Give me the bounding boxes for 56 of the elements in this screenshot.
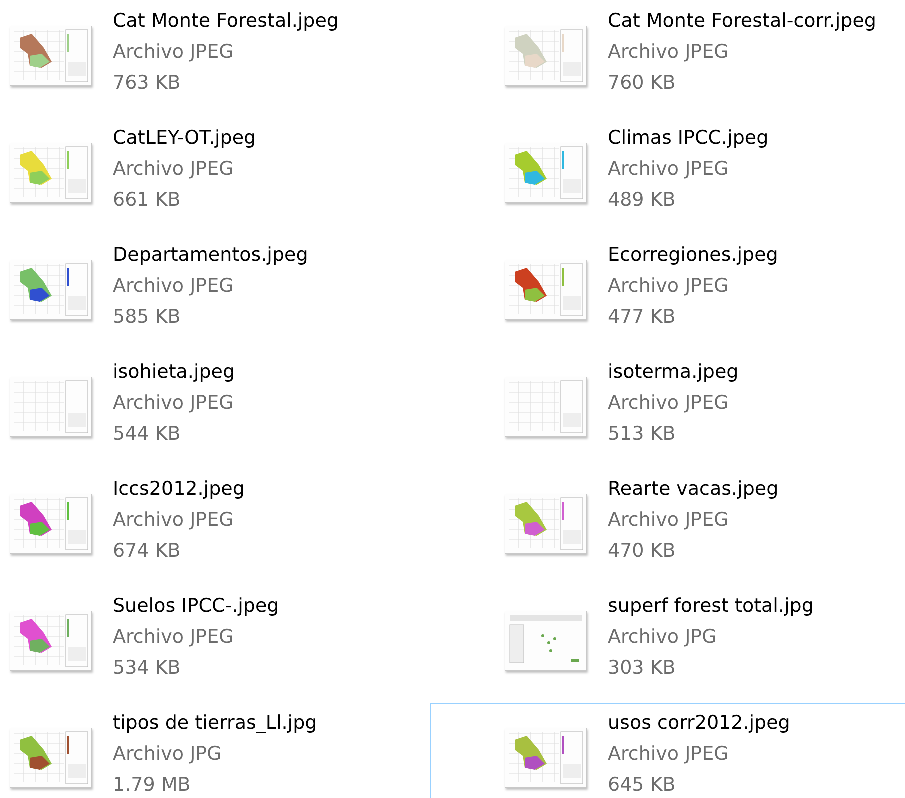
file-name: Ecorregiones.jpeg	[608, 243, 778, 268]
file-size: 760 KB	[608, 71, 677, 96]
file-name: isoterma.jpeg	[608, 360, 739, 385]
file-type: Archivo JPEG	[113, 274, 235, 299]
file-size: 489 KB	[608, 188, 677, 213]
file-type: Archivo JPEG	[608, 274, 730, 299]
file-name: Iccs2012.jpeg	[113, 477, 245, 502]
file-type: Archivo JPEG	[113, 625, 235, 650]
file-tile[interactable]: Cat Monte Forestal.jpeg Archivo JPEG 763 KB	[0, 1, 430, 118]
file-name: Climas IPCC.jpeg	[608, 126, 769, 151]
file-tile[interactable]: Departamentos.jpeg Archivo JPEG 585 KB	[0, 235, 430, 352]
file-name: isohieta.jpeg	[113, 360, 236, 385]
file-name: Departamentos.jpeg	[113, 243, 308, 268]
file-tile[interactable]: tipos de tierras_Ll.jpg Archivo JPG 1.79 MB	[0, 703, 430, 798]
file-name: Rearte vacas.jpeg	[608, 477, 779, 502]
file-tile[interactable]: Ecorregiones.jpeg Archivo JPEG 477 KB	[430, 235, 905, 352]
file-tile[interactable]: Suelos IPCC-.jpeg Archivo JPEG 534 KB	[0, 586, 430, 703]
file-size: 513 KB	[608, 422, 677, 447]
file-tile[interactable]: Iccs2012.jpeg Archivo JPEG 674 KB	[0, 469, 430, 586]
file-size: 1.79 MB	[113, 773, 192, 798]
file-type: Archivo JPEG	[113, 40, 235, 65]
file-tile[interactable]: Rearte vacas.jpeg Archivo JPEG 470 KB	[430, 469, 905, 586]
file-type: Archivo JPEG	[113, 508, 235, 533]
file-tile[interactable]: isoterma.jpeg Archivo JPEG 513 KB	[430, 352, 905, 469]
file-name: Cat Monte Forestal.jpeg	[113, 9, 339, 34]
file-tile[interactable]: usos corr2012.jpeg Archivo JPEG 645 KB	[430, 703, 905, 798]
file-size: 470 KB	[608, 539, 677, 564]
file-type: Archivo JPEG	[608, 508, 730, 533]
file-size: 585 KB	[113, 305, 182, 330]
file-type: Archivo JPG	[113, 742, 223, 767]
file-size: 763 KB	[113, 71, 182, 96]
file-size: 544 KB	[113, 422, 182, 447]
file-type: Archivo JPEG	[608, 157, 730, 182]
file-size: 534 KB	[113, 656, 182, 681]
file-name: CatLEY-OT.jpeg	[113, 126, 256, 151]
file-size: 303 KB	[608, 656, 677, 681]
file-size: 645 KB	[608, 773, 677, 798]
file-type: Archivo JPEG	[608, 742, 730, 767]
file-size: 661 KB	[113, 188, 182, 213]
file-size: 674 KB	[113, 539, 182, 564]
file-type: Archivo JPEG	[113, 157, 235, 182]
file-name: tipos de tierras_Ll.jpg	[113, 711, 318, 736]
file-name: Cat Monte Forestal-corr.jpeg	[608, 9, 876, 34]
file-type: Archivo JPG	[608, 625, 718, 650]
file-type: Archivo JPEG	[113, 391, 235, 416]
file-tile[interactable]: isohieta.jpeg Archivo JPEG 544 KB	[0, 352, 430, 469]
file-name: usos corr2012.jpeg	[608, 711, 790, 736]
file-type: Archivo JPEG	[608, 40, 730, 65]
file-name: Suelos IPCC-.jpeg	[113, 594, 280, 619]
file-size: 477 KB	[608, 305, 677, 330]
file-type: Archivo JPEG	[608, 391, 730, 416]
file-tile[interactable]: CatLEY-OT.jpeg Archivo JPEG 661 KB	[0, 118, 430, 235]
file-tile[interactable]: Cat Monte Forestal-corr.jpeg Archivo JPEG 760 KB	[430, 1, 905, 118]
file-tile[interactable]: superf forest total.jpg Archivo JPG 303 KB	[430, 586, 905, 703]
file-tile[interactable]: Climas IPCC.jpeg Archivo JPEG 489 KB	[430, 118, 905, 235]
file-name: superf forest total.jpg	[608, 594, 814, 619]
